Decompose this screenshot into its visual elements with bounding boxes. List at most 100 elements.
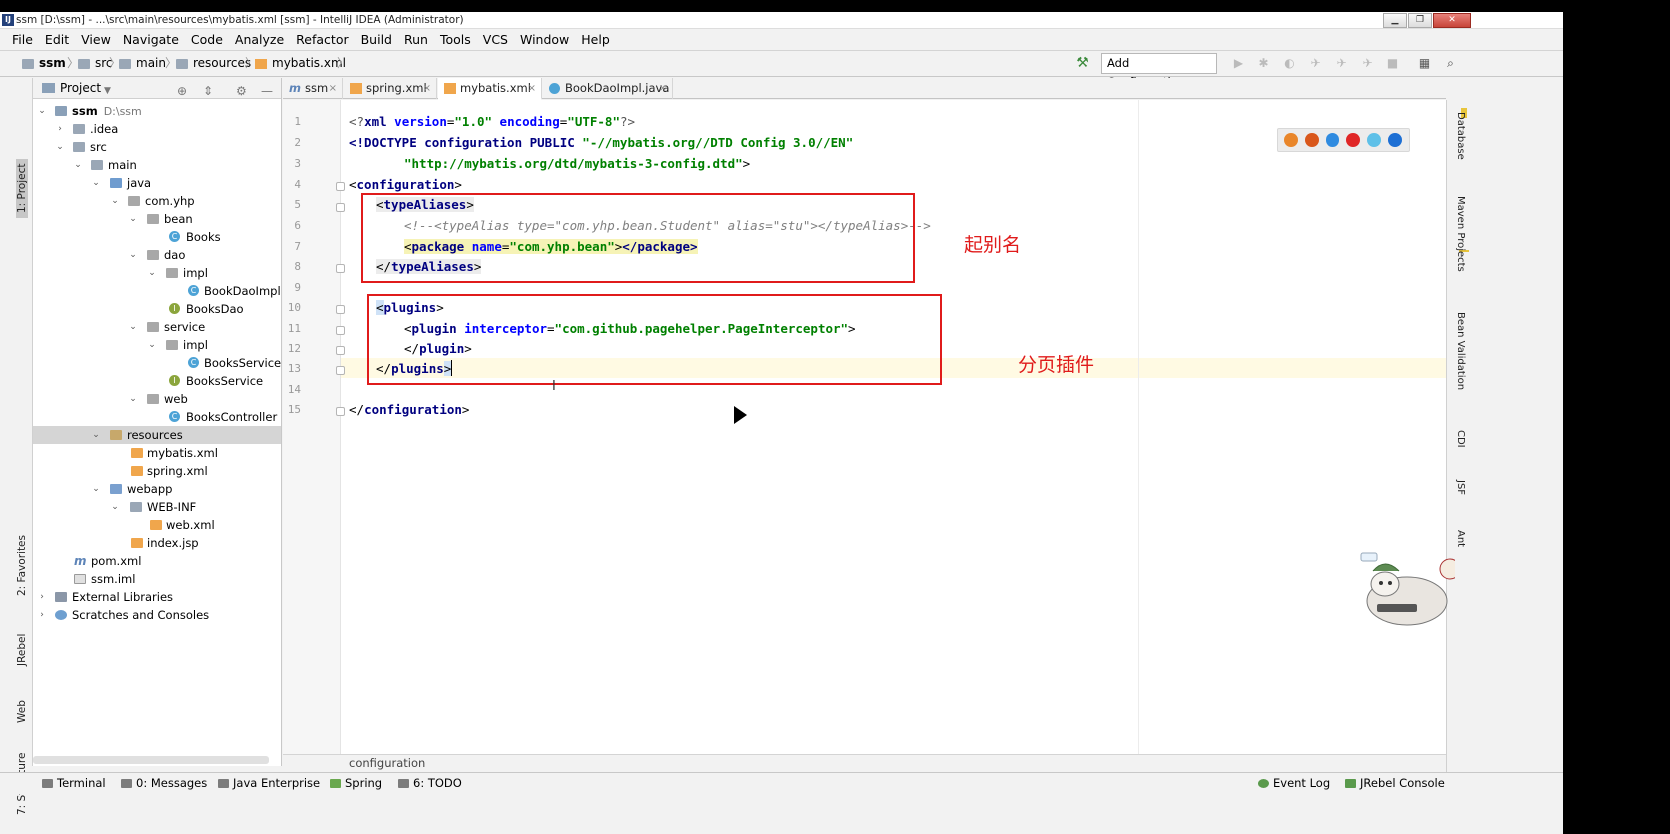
tab-maven-projects[interactable]: Maven Projects <box>1455 196 1466 272</box>
tree-item[interactable]: › .idea <box>33 120 281 138</box>
menu-run[interactable]: Run <box>404 30 428 50</box>
menu-code[interactable]: Code <box>191 30 223 50</box>
tab-favorites[interactable]: 2: Favorites <box>16 535 28 596</box>
tree-item[interactable]: ⌄ WEB-INF <box>33 498 281 516</box>
menu-analyze[interactable]: Analyze <box>235 30 284 50</box>
tree-item[interactable]: C BookDaoImpl <box>33 282 281 300</box>
chevron-down-icon[interactable]: ⌄ <box>128 318 138 336</box>
tree-item[interactable]: mybatis.xml <box>33 444 281 462</box>
tree-item[interactable]: C BooksServiceIm <box>33 354 281 372</box>
tab-messages[interactable]: 0: Messages <box>121 773 207 794</box>
editor-breadcrumb[interactable]: configuration <box>283 754 1446 772</box>
tree-item[interactable]: spring.xml <box>33 462 281 480</box>
code-editor[interactable]: 1 2 3 4 6 5 7 8 9 10 11 12 13 14 15 <?xm… <box>283 100 1446 754</box>
breadcrumb-resources[interactable]: resources <box>176 51 251 76</box>
jrebel-run-icon[interactable]: ✈ <box>1309 57 1322 70</box>
breadcrumb-mybatis-xml[interactable]: mybatis.xml <box>255 51 346 76</box>
video-play-icon[interactable] <box>734 406 747 424</box>
menu-view[interactable]: View <box>81 30 111 50</box>
chevron-down-icon[interactable]: ⌄ <box>128 246 138 264</box>
profile-icon[interactable]: ✈ <box>1361 57 1374 70</box>
tab-jrebel-console[interactable]: JRebel Console <box>1345 773 1445 794</box>
tree-item-selected[interactable]: ⌄ resources <box>33 426 281 444</box>
tab-database[interactable]: Database <box>1455 112 1466 160</box>
minimize-button[interactable]: ▁ <box>1383 13 1407 28</box>
run-icon[interactable]: ▶ <box>1232 57 1245 70</box>
chevron-down-icon[interactable]: ⌄ <box>128 210 138 228</box>
fold-marker-icon[interactable] <box>336 203 345 212</box>
tab-project[interactable]: 1: Project <box>16 158 28 218</box>
tree-item[interactable]: › External Libraries <box>33 588 281 606</box>
menu-navigate[interactable]: Navigate <box>123 30 179 50</box>
close-tab-icon[interactable]: × <box>659 78 667 99</box>
tree-item[interactable]: ⌄ impl <box>33 264 281 282</box>
chevron-right-icon[interactable]: › <box>55 120 65 138</box>
tab-ant[interactable]: Ant <box>1455 530 1466 547</box>
tree-item[interactable]: C BooksController <box>33 408 281 426</box>
locate-icon[interactable]: ⊕ <box>177 81 187 102</box>
tab-jrebel[interactable]: JRebel <box>16 634 28 666</box>
fold-marker-icon[interactable] <box>336 326 345 335</box>
stop-icon[interactable]: ■ <box>1386 57 1399 70</box>
menu-build[interactable]: Build <box>361 30 392 50</box>
tab-spring[interactable]: Spring <box>330 773 382 794</box>
opera-icon[interactable] <box>1346 133 1361 147</box>
menu-tools[interactable]: Tools <box>440 30 471 50</box>
tab-web[interactable]: Web <box>16 700 28 723</box>
project-panel-title[interactable]: Project <box>60 78 101 99</box>
debug-icon[interactable]: ✱ <box>1257 57 1270 70</box>
tab-jsf[interactable]: JSF <box>1455 480 1466 495</box>
add-configuration-button[interactable]: Add Configuration... <box>1101 53 1217 89</box>
gear-icon[interactable]: ⚙ <box>236 81 247 102</box>
menu-window[interactable]: Window <box>520 30 569 50</box>
tab-spring-xml[interactable]: spring.xml × <box>344 78 437 99</box>
tree-item[interactable]: ⌄ main <box>33 156 281 174</box>
close-button[interactable]: ✕ <box>1433 13 1471 28</box>
chrome-icon[interactable] <box>1284 133 1298 147</box>
horizontal-scrollbar[interactable] <box>33 756 269 764</box>
tree-item[interactable]: C Books <box>33 228 281 246</box>
breadcrumb-src[interactable]: src <box>78 51 113 76</box>
tree-item[interactable]: I BooksDao <box>33 300 281 318</box>
chevron-down-icon[interactable]: ⌄ <box>128 390 138 408</box>
fold-marker-icon[interactable] <box>336 346 345 355</box>
tree-item[interactable]: ⌄ bean <box>33 210 281 228</box>
chevron-down-icon[interactable]: ⌄ <box>91 426 101 444</box>
tab-java-enterprise[interactable]: Java Enterprise <box>218 773 320 794</box>
tree-item[interactable]: ⌄ service <box>33 318 281 336</box>
safari-icon[interactable] <box>1325 133 1340 147</box>
chevron-right-icon[interactable]: › <box>37 606 47 624</box>
close-tab-icon[interactable]: × <box>329 78 337 99</box>
chevron-down-icon[interactable]: ⌄ <box>147 336 157 354</box>
tree-item[interactable]: ⌄ java <box>33 174 281 192</box>
ie-icon[interactable] <box>1367 133 1382 147</box>
tree-item[interactable]: web.xml <box>33 516 281 534</box>
tab-mybatis-xml[interactable]: mybatis.xml × <box>438 78 542 100</box>
search-icon[interactable]: ⌕ <box>1444 57 1457 70</box>
tree-item[interactable]: ⌄ impl <box>33 336 281 354</box>
tree-item[interactable]: › Scratches and Consoles <box>33 606 281 624</box>
jrebel-debug-icon[interactable]: ✈ <box>1335 57 1348 70</box>
tree-item[interactable]: I BooksService <box>33 372 281 390</box>
build-hammer-icon[interactable]: ⚒ <box>1076 56 1089 70</box>
chevron-down-icon[interactable]: ▼ <box>104 81 111 102</box>
menu-help[interactable]: Help <box>581 30 610 50</box>
tab-cdi[interactable]: CDI <box>1455 430 1466 448</box>
menu-file[interactable]: File <box>12 30 33 50</box>
chevron-down-icon[interactable]: ⌄ <box>73 156 83 174</box>
chevron-down-icon[interactable]: ⌄ <box>37 102 47 120</box>
tree-item[interactable]: ⌄ ssm D:\ssm <box>33 102 281 120</box>
tab-todo[interactable]: 6: TODO <box>398 773 462 794</box>
fold-marker-icon[interactable] <box>336 366 345 375</box>
close-tab-icon[interactable]: × <box>423 78 431 99</box>
tab-bookdaoimpl-java[interactable]: BookDaoImpl.java × <box>543 78 673 99</box>
maximize-button[interactable]: ❐ <box>1408 13 1432 28</box>
tab-terminal[interactable]: Terminal <box>42 773 106 794</box>
chevron-down-icon[interactable]: ⌄ <box>55 138 65 156</box>
tab-event-log[interactable]: Event Log <box>1258 773 1330 794</box>
fold-marker-icon[interactable] <box>336 305 345 314</box>
coverage-icon[interactable]: ◐ <box>1283 57 1296 70</box>
tree-item[interactable]: m pom.xml <box>33 552 281 570</box>
collapse-icon[interactable]: ⇕ <box>203 81 213 102</box>
breadcrumb-ssm[interactable]: ssm <box>22 51 66 76</box>
